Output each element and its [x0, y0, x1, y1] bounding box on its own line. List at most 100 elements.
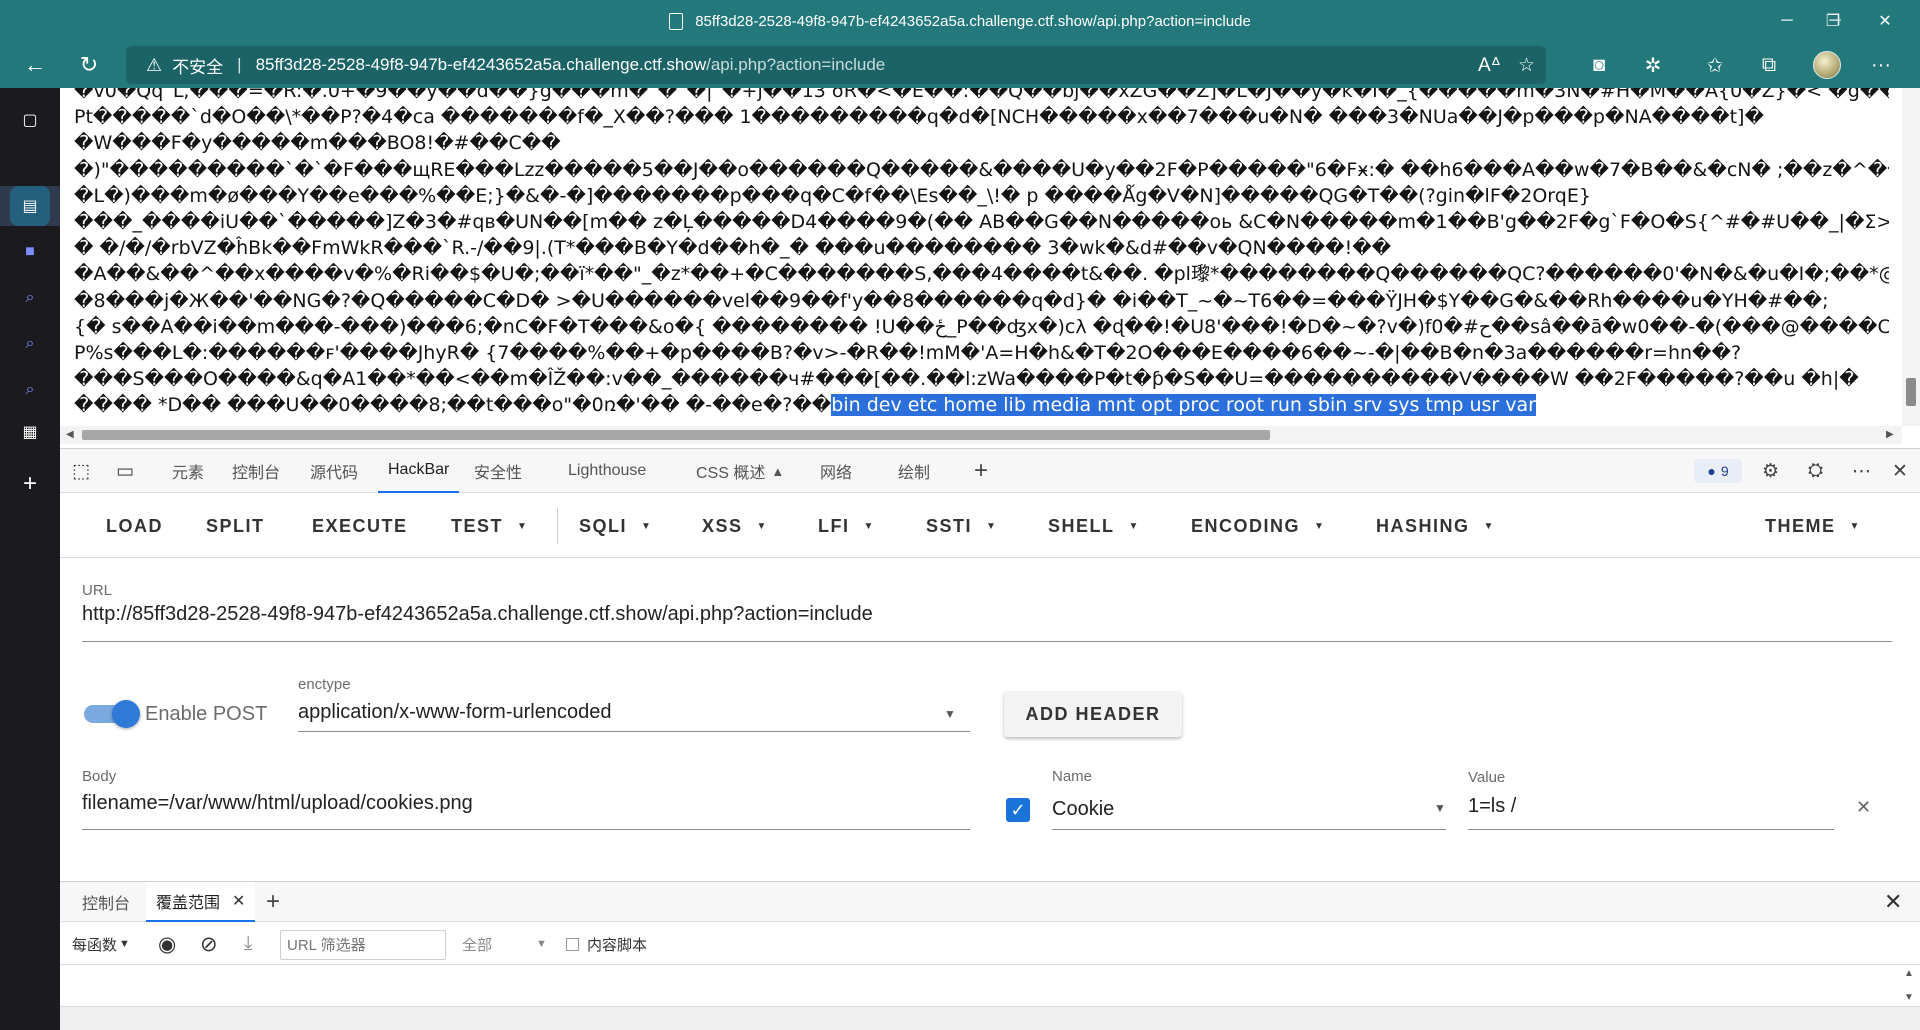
scroll-left-icon[interactable]: ◀ — [66, 429, 74, 440]
tab-actions-icon[interactable]: ▢ — [0, 100, 60, 140]
drawer-tab-coverage[interactable]: 覆盖范围 ✕ — [146, 882, 256, 922]
add-drawer-tab-icon[interactable]: + — [266, 882, 280, 922]
lfi-menu[interactable]: LFI ▼ — [818, 494, 875, 558]
drawer-scroll-up-icon[interactable]: ▲ — [1904, 968, 1914, 979]
close-devtools-icon[interactable]: ✕ — [1892, 449, 1908, 493]
url-path: /api.php?action=include — [706, 55, 886, 74]
tab-console[interactable]: 控制台 — [232, 449, 280, 493]
header-name-dropdown-icon[interactable]: ▼ — [1434, 801, 1446, 815]
xss-menu-label: XSS — [702, 515, 743, 536]
url-filter-input[interactable] — [280, 930, 446, 960]
device-toolbar-icon[interactable]: ▭ — [116, 449, 134, 493]
page-tab-icon[interactable]: ▤ — [0, 186, 60, 226]
tab-hackbar[interactable]: HackBar — [378, 449, 460, 493]
minimize-button-real[interactable]: ─ — [1764, 0, 1810, 42]
search-icon-3[interactable]: ⌕ — [0, 370, 60, 410]
enctype-dropdown-icon[interactable]: ▼ — [944, 707, 956, 721]
output-line: ���S���O����&q�A1��*��<��m�ÎŽ��:v��_����… — [74, 368, 1859, 391]
inspect-element-icon[interactable]: ⬚ — [72, 449, 90, 493]
security-label[interactable]: 不安全 — [172, 53, 223, 78]
more-tabs-plus-icon[interactable]: + — [974, 449, 988, 493]
more-menu-icon[interactable]: ··· — [1862, 46, 1900, 84]
per-function-select[interactable]: 每函数 ▼ — [72, 923, 130, 965]
header-value-input[interactable]: 1=ls / — [1468, 795, 1516, 818]
url-input[interactable]: http://85ff3d28-2528-49f8-947b-ef4243652… — [82, 603, 873, 626]
extensions-icon[interactable]: ✲ — [1634, 46, 1672, 84]
document-icon — [669, 12, 684, 30]
vertical-scrollbar[interactable] — [1902, 88, 1920, 426]
tab-css-overview[interactable]: CSS 概述 ▲ — [696, 449, 784, 493]
search-icon[interactable]: ⌕ — [0, 278, 60, 318]
issues-badge[interactable]: ● 9 — [1694, 459, 1742, 483]
body-input[interactable]: filename=/var/www/html/upload/cookies.pn… — [82, 792, 473, 815]
chevron-down-icon: ▼ — [517, 520, 529, 532]
search-icon-2[interactable]: ⌕ — [0, 324, 60, 364]
encoding-menu[interactable]: ENCODING ▼ — [1191, 494, 1325, 558]
hashing-menu[interactable]: HASHING ▼ — [1376, 494, 1495, 558]
scroll-right-icon[interactable]: ▶ — [1886, 429, 1894, 440]
horizontal-scroll-thumb[interactable] — [82, 430, 1270, 440]
output-line: �L�)���m�ø���Y��e���%��E;}�&�-�]�������p… — [74, 184, 1591, 207]
type-filter-select[interactable]: 全部 — [462, 923, 492, 965]
remove-header-icon[interactable]: ✕ — [1856, 797, 1871, 818]
enable-post-toggle[interactable] — [84, 700, 140, 728]
content-scripts-checkbox-row[interactable]: 内容脚本 — [566, 923, 647, 965]
toggle-knob — [112, 700, 140, 728]
tab-lighthouse[interactable]: Lighthouse — [568, 449, 646, 493]
type-filter-dropdown-icon[interactable]: ▼ — [536, 923, 547, 965]
tab-elements[interactable]: 元素 — [172, 449, 204, 493]
profile-glasses-icon[interactable]: ◙ — [1580, 46, 1618, 84]
tab-security[interactable]: 安全性 — [474, 449, 522, 493]
tab-network[interactable]: 网络 — [820, 449, 852, 493]
clear-icon[interactable]: ⊘ — [200, 923, 218, 965]
title-bar: 85ff3d28-2528-49f8-947b-ef4243652a5a.cha… — [0, 0, 1920, 42]
address-separator: | — [237, 55, 242, 74]
customize-icon[interactable]: ⛭ — [1808, 449, 1823, 493]
execute-button[interactable]: EXECUTE — [312, 494, 408, 558]
address-bar[interactable]: ⚠ 不安全 | 85ff3d28-2528-49f8-947b-ef424365… — [126, 46, 1546, 84]
add-header-button[interactable]: ADD HEADER — [1004, 691, 1182, 737]
output-line: �8���j�Ж��'��NG�?�Q�����C�D� >�U������ve… — [74, 289, 1829, 312]
selected-ls-output[interactable]: bin dev etc home lib media mnt opt proc … — [831, 394, 1536, 417]
calendar-icon[interactable]: ▦ — [0, 412, 60, 452]
favorite-add-icon[interactable]: ☆ — [1518, 46, 1535, 84]
edge-sidebar: ▢ ▤ ■ ⌕ ⌕ ⌕ ▦ + — [0, 88, 60, 1030]
back-arrow-icon[interactable]: ← — [16, 46, 54, 84]
header-enabled-checkbox[interactable]: ✓ — [1006, 798, 1030, 822]
content-scripts-checkbox[interactable] — [566, 937, 579, 951]
refresh-icon[interactable]: ↻ — [70, 46, 108, 84]
notes-icon[interactable]: ■ — [0, 232, 60, 272]
navigation-bar: ← ↻ ⚠ 不安全 | 85ff3d28-2528-49f8-947b-ef42… — [0, 42, 1920, 88]
enctype-select[interactable]: application/x-www-form-urlencoded — [298, 701, 611, 724]
record-icon[interactable]: ◉ — [158, 923, 176, 965]
drawer-scroll-down-icon[interactable]: ▼ — [1904, 992, 1914, 1003]
more-options-icon[interactable]: ⋯ — [1852, 449, 1871, 493]
header-name-select[interactable]: Cookie — [1052, 798, 1114, 821]
restore-button[interactable]: ❐ — [1810, 0, 1856, 42]
theme-menu[interactable]: THEME ▼ — [1765, 494, 1861, 558]
xss-menu[interactable]: XSS ▼ — [702, 494, 768, 558]
load-button[interactable]: LOAD — [106, 494, 163, 558]
close-tab-icon[interactable]: ✕ — [232, 891, 245, 911]
url-label: URL — [82, 582, 113, 599]
horizontal-scrollbar[interactable]: ◀ ▶ — [60, 426, 1902, 444]
coverage-toolbar: 每函数▼ ◉ ⊘ ⤓ 全部 ▼ 内容脚本 — [60, 923, 1920, 965]
test-menu[interactable]: TEST ▼ — [451, 494, 528, 558]
drawer-tab-console[interactable]: 控制台 — [82, 882, 130, 922]
shell-menu[interactable]: SHELL ▼ — [1048, 494, 1140, 558]
ssti-menu[interactable]: SSTI ▼ — [926, 494, 997, 558]
export-download-icon[interactable]: ⤓ — [244, 923, 252, 965]
close-window-button[interactable]: ✕ — [1862, 0, 1908, 42]
sqli-menu[interactable]: SQLI ▼ — [579, 494, 652, 558]
close-drawer-icon[interactable]: ✕ — [1884, 882, 1902, 922]
add-sidebar-icon[interactable]: + — [0, 464, 60, 504]
vertical-scroll-thumb[interactable] — [1906, 378, 1916, 406]
settings-gear-icon[interactable]: ⚙ — [1762, 449, 1779, 493]
collections-icon[interactable]: ⧉ — [1750, 46, 1788, 84]
read-aloud-icon[interactable]: Aᐞ — [1478, 46, 1501, 84]
tab-rendering[interactable]: 绘制 — [898, 449, 930, 493]
split-button[interactable]: SPLIT — [206, 494, 265, 558]
profile-avatar[interactable] — [1808, 46, 1846, 84]
tab-sources[interactable]: 源代码 — [310, 449, 358, 493]
favorites-icon[interactable]: ✩ — [1696, 46, 1734, 84]
